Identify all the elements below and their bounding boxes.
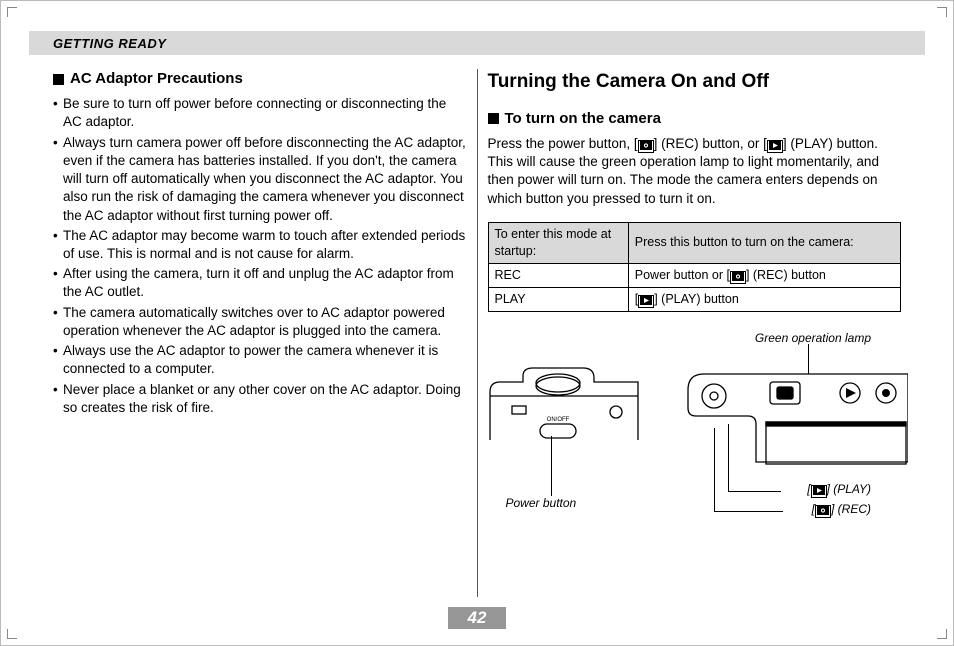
black-square-bullet [53, 74, 64, 85]
green-lamp-label: Green operation lamp [755, 330, 871, 346]
cell-press: [] (PLAY) button [628, 287, 900, 311]
th-mode: To enter this mode at startup: [488, 222, 628, 263]
section-header-title: GETTING READY [53, 36, 166, 51]
power-button-label: Power button [506, 495, 577, 511]
onoff-text: ON/OFF [546, 417, 569, 423]
section-header-band: GETTING READY [29, 31, 925, 55]
subhead-text: AC Adaptor Precautions [70, 69, 243, 89]
rec-button-label: [] (REC) [812, 501, 871, 518]
two-column-layout: AC Adaptor Precautions Be sure to turn o… [29, 69, 925, 597]
crop-mark [933, 7, 947, 21]
leader-line [728, 424, 729, 492]
leader-line [808, 344, 809, 374]
leader-line [729, 491, 781, 492]
leader-line [715, 511, 783, 512]
cell-press: Power button or [ ] (REC) button [628, 263, 900, 287]
list-item: Be sure to turn off power before connect… [53, 95, 467, 131]
th-press: Press this button to turn on the camera: [628, 222, 900, 263]
list-item: Always use the AC adaptor to power the c… [53, 342, 467, 378]
leader-line [551, 436, 552, 496]
play-button-label: [] (PLAY) [807, 481, 871, 498]
intro-paragraph: Press the power button, [ ] (REC) button,… [488, 135, 902, 208]
camera-icon [638, 140, 654, 153]
camera-diagram: Green operation lamp ON/OFF [488, 330, 902, 530]
play-icon [638, 295, 654, 308]
list-item: Always turn camera power off before disc… [53, 134, 467, 225]
text: ] (PLAY) button [654, 292, 739, 306]
startup-mode-table: To enter this mode at startup: Press thi… [488, 222, 902, 312]
list-item: The AC adaptor may become warm to touch … [53, 227, 467, 263]
page-title: Turning the Camera On and Off [488, 69, 902, 95]
subhead-text: To turn on the camera [505, 109, 661, 129]
play-icon [811, 485, 827, 498]
table-head-row: To enter this mode at startup: Press thi… [488, 222, 901, 263]
table-row: PLAY [] (PLAY) button [488, 287, 901, 311]
camera-icon [815, 505, 831, 518]
black-square-bullet [488, 113, 499, 124]
text: ] (REC) button [746, 268, 826, 282]
turn-on-subhead: To turn on the camera [488, 109, 902, 129]
precautions-list: Be sure to turn off power before connect… [53, 95, 467, 417]
camera-icon [730, 271, 746, 284]
cell-mode: PLAY [488, 287, 628, 311]
left-column: AC Adaptor Precautions Be sure to turn o… [29, 69, 477, 597]
text: Power button or [ [635, 268, 730, 282]
right-column: Turning the Camera On and Off To turn on… [478, 69, 926, 597]
cell-mode: REC [488, 263, 628, 287]
page-number: 42 [448, 607, 507, 629]
text: ] (PLAY) [827, 482, 871, 496]
page-number-band: 42 [1, 607, 953, 629]
play-icon [767, 140, 783, 153]
text-b: ] (REC) button, or [ [654, 136, 767, 151]
text-a: Press the power button, [ [488, 136, 638, 151]
ac-adaptor-subhead: AC Adaptor Precautions [53, 69, 467, 89]
crop-mark [7, 7, 21, 21]
leader-line [714, 428, 715, 512]
list-item: After using the camera, turn it off and … [53, 265, 467, 301]
manual-page: GETTING READY AC Adaptor Precautions Be … [0, 0, 954, 646]
text: ] (REC) [831, 502, 871, 516]
list-item: Never place a blanket or any other cover… [53, 381, 467, 417]
table-row: REC Power button or [ ] (REC) button [488, 263, 901, 287]
list-item: The camera automatically switches over t… [53, 304, 467, 340]
